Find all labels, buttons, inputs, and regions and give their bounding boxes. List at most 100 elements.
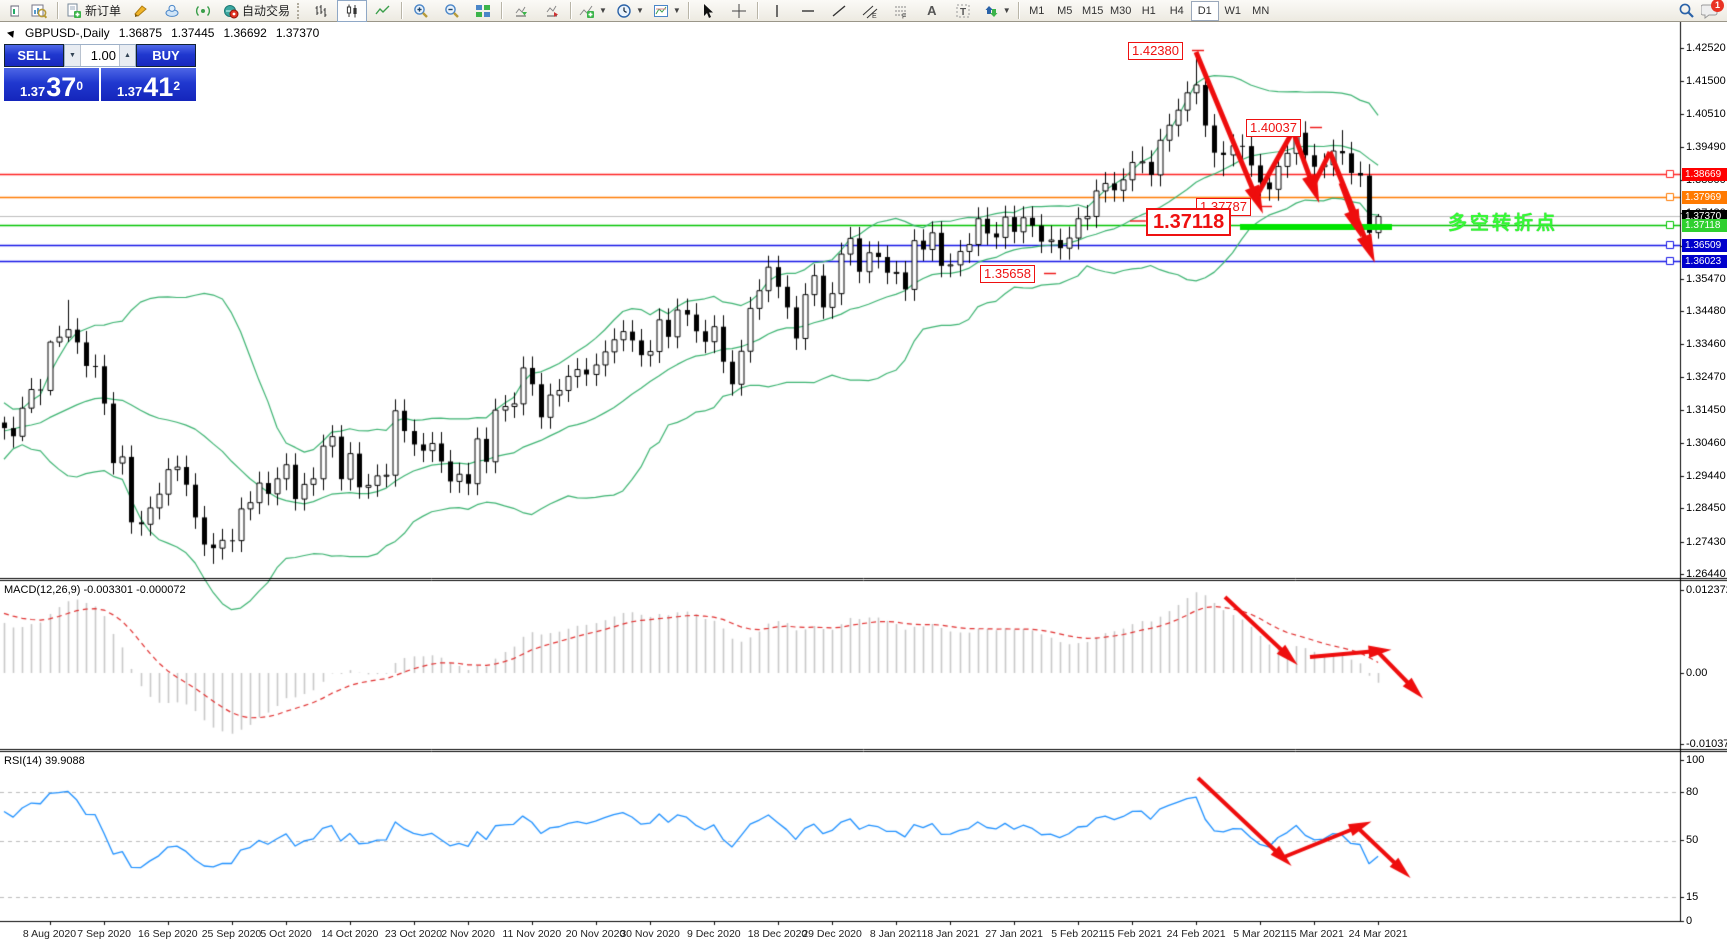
timeframe-M30[interactable]: M30 <box>1107 1 1135 21</box>
chart-window-icon-partial[interactable] <box>1 0 23 22</box>
new-order-button[interactable]: 新订单 <box>62 0 125 22</box>
cursor-tool-button[interactable] <box>693 0 723 22</box>
timeframe-D1[interactable]: D1 <box>1190 0 1219 21</box>
sell-button[interactable]: SELL <box>4 44 64 67</box>
date-axis-label: 15 Feb 2021 <box>1102 928 1162 940</box>
profiles-icon[interactable] <box>157 0 187 22</box>
vertical-line-tool-button[interactable] <box>762 0 792 22</box>
fibonacci-tool-button[interactable]: F <box>886 0 916 22</box>
timeframe-M1[interactable]: M1 <box>1023 1 1051 21</box>
timeframe-MN[interactable]: MN <box>1247 1 1275 21</box>
rsi-axis-tick: 15 <box>1686 891 1699 903</box>
price-axis-tick: 1.30460 <box>1686 437 1726 449</box>
timeframe-toolbar: M1 M5 M15 M30 H1 H4 D1 W1 MN <box>1023 0 1275 21</box>
price-axis-tick: 1.35470 <box>1686 273 1726 285</box>
zoom-in-button[interactable] <box>406 0 436 22</box>
quote-high: 1.37445 <box>171 26 215 40</box>
candlestick-type-button[interactable] <box>337 0 368 22</box>
timeframe-W1[interactable]: W1 <box>1219 1 1247 21</box>
volume-decrease-button[interactable]: ▼ <box>65 45 81 66</box>
price-axis-badge: 1.36509 <box>1682 239 1727 252</box>
date-axis-label: 29 Dec 2020 <box>802 928 862 940</box>
timeframe-H1[interactable]: H1 <box>1135 1 1163 21</box>
symbol-period-label: GBPUSD-,Daily <box>25 26 110 40</box>
price-axis-tick: 1.42520 <box>1686 42 1726 54</box>
dropdown-caret-icon: ▼ <box>672 6 681 15</box>
rsi-axis-tick: 0 <box>1686 915 1693 927</box>
macd-label: MACD(12,26,9) -0.003301 -0.000072 <box>4 584 186 596</box>
volume-input[interactable] <box>81 45 119 66</box>
periods-button[interactable]: ▼ <box>612 0 648 22</box>
volume-stepper: ▼ ▲ <box>64 44 136 67</box>
signal-antenna-icon[interactable] <box>188 0 218 22</box>
sell-price-display[interactable]: 1.37 37 0 <box>4 68 99 101</box>
turning-point-annotation[interactable]: 多空转折点 <box>1448 208 1558 235</box>
crayon-icon[interactable] <box>126 0 156 22</box>
toolbar-separator <box>501 2 504 19</box>
price-axis-tick: 1.34480 <box>1686 305 1726 317</box>
toolbar-grip[interactable] <box>297 2 303 19</box>
chart-canvas[interactable] <box>0 22 1727 944</box>
toolbar-separator <box>401 2 404 19</box>
rsi-axis-tick: 100 <box>1686 754 1705 766</box>
templates-button[interactable]: ▼ <box>649 0 685 22</box>
date-axis-label: 25 Sep 2020 <box>201 928 262 940</box>
indicators-button[interactable]: ▼ <box>575 0 611 22</box>
svg-text:T: T <box>960 7 966 18</box>
crosshair-tool-button[interactable] <box>724 0 754 22</box>
date-axis-label: 18 Dec 2020 <box>747 928 808 940</box>
dropdown-caret-icon: ▼ <box>599 6 607 15</box>
price-callout[interactable]: 1.40037 <box>1246 119 1301 137</box>
price-axis-tick: 1.32470 <box>1686 371 1726 383</box>
arrows-tool-button[interactable]: ▼ <box>979 0 1015 22</box>
price-axis-tick: 1.27430 <box>1686 536 1726 548</box>
price-axis-badge: 1.36023 <box>1682 255 1727 268</box>
price-axis-tick: 1.29440 <box>1686 470 1726 482</box>
date-axis-label: 2 Nov 2020 <box>441 928 495 940</box>
rsi-axis-tick: 50 <box>1686 834 1699 846</box>
macd-axis-tick: 0.012372 <box>1686 584 1727 596</box>
chart-shift-button[interactable] <box>537 0 567 22</box>
text-tool-button[interactable]: A <box>917 0 947 22</box>
macd-axis-tick: -0.010374 <box>1686 738 1727 750</box>
zoom-out-button[interactable] <box>437 0 467 22</box>
price-callout[interactable]: 1.37118 <box>1146 208 1232 236</box>
price-axis-tick: 1.40510 <box>1686 108 1726 120</box>
auto-scroll-button[interactable] <box>506 0 536 22</box>
timeframe-H4[interactable]: H4 <box>1163 1 1191 21</box>
auto-trading-label: 自动交易 <box>242 4 291 18</box>
buy-button[interactable]: BUY <box>136 44 196 67</box>
trendline-tool-button[interactable] <box>824 0 854 22</box>
equidistant-channel-tool-button[interactable]: E <box>855 0 885 22</box>
new-order-label: 新订单 <box>85 4 122 18</box>
date-axis-label: 30 Nov 2020 <box>620 928 680 940</box>
auto-trading-button[interactable]: 自动交易 <box>219 0 294 22</box>
buy-price-display[interactable]: 1.37 41 2 <box>101 68 196 101</box>
search-icon[interactable] <box>1678 2 1695 19</box>
date-axis-label: 27 Jan 2021 <box>985 928 1043 940</box>
date-axis-label: 24 Mar 2021 <box>1348 928 1408 940</box>
date-axis-label: 9 Dec 2020 <box>686 928 741 940</box>
chart-preview-icon[interactable] <box>24 0 54 22</box>
price-callout[interactable]: 1.42380 <box>1128 42 1183 60</box>
timeframe-M15[interactable]: M15 <box>1079 1 1107 21</box>
notifications-icon[interactable]: 1 <box>1701 0 1724 19</box>
quote-close: 1.37370 <box>275 26 320 40</box>
chart-marker-icon <box>7 28 17 38</box>
price-callout[interactable]: 1.35658 <box>980 265 1035 283</box>
price-axis-tick: 1.39490 <box>1686 141 1726 153</box>
horizontal-line-tool-button[interactable] <box>793 0 823 22</box>
date-axis-label: 8 Jan 2021 <box>869 928 922 940</box>
volume-increase-button[interactable]: ▲ <box>119 45 135 66</box>
text-label-tool-button[interactable]: T <box>948 0 978 22</box>
rsi-label: RSI(14) 39.9088 <box>4 755 85 767</box>
date-axis-label: 5 Mar 2021 <box>1233 928 1287 940</box>
price-axis-tick: 1.31450 <box>1686 404 1726 416</box>
tile-windows-button[interactable] <box>468 0 498 22</box>
bar-chart-type-button[interactable] <box>306 0 336 22</box>
toolbar-separator <box>687 2 690 19</box>
timeframe-M5[interactable]: M5 <box>1051 1 1079 21</box>
line-chart-type-button[interactable] <box>368 0 398 22</box>
date-axis-label: 18 Jan 2021 <box>921 928 980 940</box>
mt4-window: 新订单 自动交易 ▼ ▼ ▼ E F A T ▼ M1 M5 M15 M30 H… <box>0 0 1727 944</box>
